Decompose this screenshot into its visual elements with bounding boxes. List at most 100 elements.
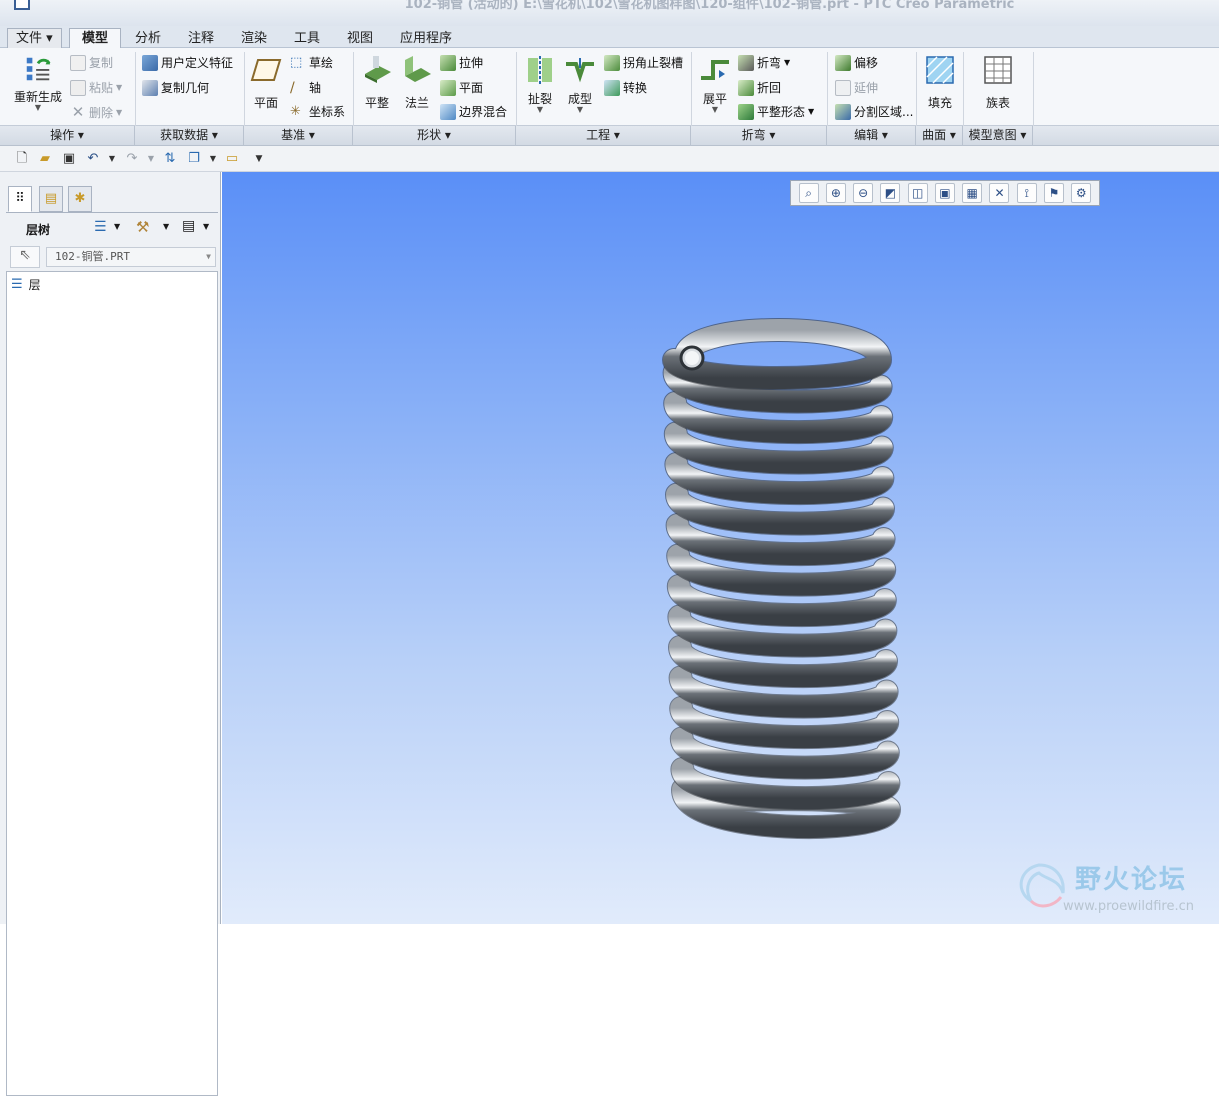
forum-watermark: 野火论坛 www.proewildfire.cn [1005,855,1219,924]
copy-geometry-button[interactable]: 复制几何 [142,79,209,96]
graphics-viewport[interactable] [222,172,1219,924]
layer-tree-label: 层树 [26,223,51,237]
fill-button[interactable]: 填充 [921,54,959,111]
group-operations[interactable]: 操作 ▾ [0,126,135,146]
save-icon[interactable]: ▣ [61,151,77,167]
redo-icon[interactable]: ↷ [124,151,140,167]
fill-icon [926,56,954,84]
annotation-display-icon[interactable]: ⚑ [1044,183,1065,203]
udf-button[interactable]: 用户定义特征 [142,54,233,71]
customize-qat-icon[interactable]: ▼ [251,151,267,167]
regenerate-button[interactable]: 重新生成 ▼ [12,54,64,112]
folder-browser-tab-icon[interactable]: ▤ [39,186,63,212]
bend-back-button[interactable]: 折回 [738,79,781,96]
group-datum[interactable]: 基准 ▾ [244,126,353,146]
group-model-intent[interactable]: 模型意图 ▾ [963,126,1033,146]
tree-item-layers[interactable]: ☰ 层 [11,276,41,293]
watermark-url: www.proewildfire.cn [1063,899,1194,914]
tab-applications[interactable]: 应用程序 [391,28,461,48]
layers-icon: ☰ [11,277,23,292]
offset-button[interactable]: 偏移 [835,54,878,71]
tab-view[interactable]: 视图 [338,28,382,48]
undo-icon[interactable]: ↶ [85,151,101,167]
axis-icon: / [290,79,295,96]
flat-state-button[interactable]: 平整形态 ▼ [738,103,814,120]
udf-icon [142,54,158,71]
paste-button[interactable]: 粘贴 ▼ [70,79,122,96]
group-get-data[interactable]: 获取数据 ▾ [135,126,244,146]
form-button[interactable]: 成型 ▼ [562,54,598,114]
model-tree-tab-icon[interactable]: ⠿ [8,186,32,212]
group-surfaces[interactable]: 曲面 ▾ [916,126,963,146]
spin-center-icon[interactable]: ⟟ [1016,183,1037,203]
zoom-in-icon[interactable]: ⊕ [825,183,846,203]
layers-menu-icon[interactable]: ☰ [94,219,107,235]
group-shapes[interactable]: 形状 ▾ [353,126,516,146]
new-icon[interactable]: 🗋 [14,151,30,167]
regenerate-icon [26,57,51,81]
plane-icon [250,59,282,81]
windows-icon[interactable]: ❐ [186,151,202,167]
settings-dropdown-icon[interactable]: ▼ [203,222,209,231]
open-icon[interactable]: ▰ [37,151,53,167]
planar-button[interactable]: 平整 [358,54,396,111]
tab-model[interactable]: 模型 [69,28,121,49]
sketch-button[interactable]: ⬚ 草绘 [290,54,333,71]
favorites-tab-icon[interactable]: ✱ [68,186,92,212]
close-window-icon[interactable]: ▭ [224,151,240,167]
flange-button[interactable]: 法兰 [398,54,436,111]
regenerate-small-icon[interactable]: ⇅ [162,151,178,167]
split-area-button[interactable]: 分割区域... [835,103,913,120]
boundary-blend-icon [440,103,456,120]
watermark-logo-icon [1019,863,1065,908]
corner-relief-button[interactable]: 拐角止裂槽 [604,54,683,71]
layers-dropdown-icon[interactable]: ▼ [114,222,120,231]
extrude-button[interactable]: 拉伸 [440,54,483,71]
model-selector[interactable]: 102-铜管.PRT ▼ [46,247,216,267]
repaint-icon[interactable]: ◩ [880,183,901,203]
convert-button[interactable]: 转换 [604,79,647,96]
appearance-icon[interactable]: ⚙ [1071,183,1092,203]
split-area-icon [835,103,851,120]
extend-button[interactable]: 延伸 [835,79,878,96]
form-icon [566,58,594,83]
boundary-blend-button[interactable]: 边界混合 [440,103,507,120]
offset-icon [835,54,851,71]
display-style-icon[interactable]: ◫ [907,183,928,203]
unbend-button[interactable]: 展平 ▼ [697,54,733,114]
windows-dropdown-icon[interactable]: ▼ [205,151,221,167]
select-pointer-icon[interactable]: ⇖ [10,246,40,268]
tab-file[interactable]: 文件 ▾ [7,28,62,48]
quick-access-toolbar: 🗋 ▰ ▣ ↶ ▼ ↷ ▼ ⇅ ❐ ▼ ▭ ▼ [0,146,1219,172]
tab-analysis[interactable]: 分析 [126,28,170,48]
undo-dropdown-icon[interactable]: ▼ [104,151,120,167]
datum-display-icon[interactable]: ✕ [989,183,1010,203]
datum-plane-button[interactable]: 平面 [248,54,284,111]
family-table-button[interactable]: 族表 [978,54,1018,111]
refit-icon[interactable]: ⌕ [798,183,819,203]
redo-dropdown-icon[interactable]: ▼ [143,151,159,167]
flat-button[interactable]: 平面 [440,79,483,96]
delete-icon: ✕ [71,103,85,121]
group-editing[interactable]: 编辑 ▾ [827,126,916,146]
zoom-out-icon[interactable]: ⊖ [853,183,874,203]
rip-button[interactable]: 扯裂 ▼ [522,54,558,114]
csys-button[interactable]: ✳ 坐标系 [290,103,345,120]
tools-icon[interactable]: ⚒ [136,218,149,236]
tab-tools[interactable]: 工具 [285,28,329,48]
group-engineering[interactable]: 工程 ▾ [516,126,691,146]
view-manager-icon[interactable]: ▦ [962,183,983,203]
extend-icon [835,79,851,96]
tab-annotate[interactable]: 注释 [179,28,223,48]
copy-button[interactable]: 复制 [70,54,113,71]
tab-render[interactable]: 渲染 [232,28,276,48]
group-bends[interactable]: 折弯 ▾ [691,126,827,146]
bend-button[interactable]: 折弯 ▼ [738,54,790,71]
settings-icon[interactable]: ▤ [182,218,195,234]
delete-button[interactable]: ✕ 删除 ▼ [70,103,122,121]
coil-turns [662,318,902,839]
axis-button[interactable]: / 轴 [290,79,321,96]
planar-icon [365,56,391,83]
saved-views-icon[interactable]: ▣ [934,183,955,203]
tools-dropdown-icon[interactable]: ▼ [163,222,169,231]
